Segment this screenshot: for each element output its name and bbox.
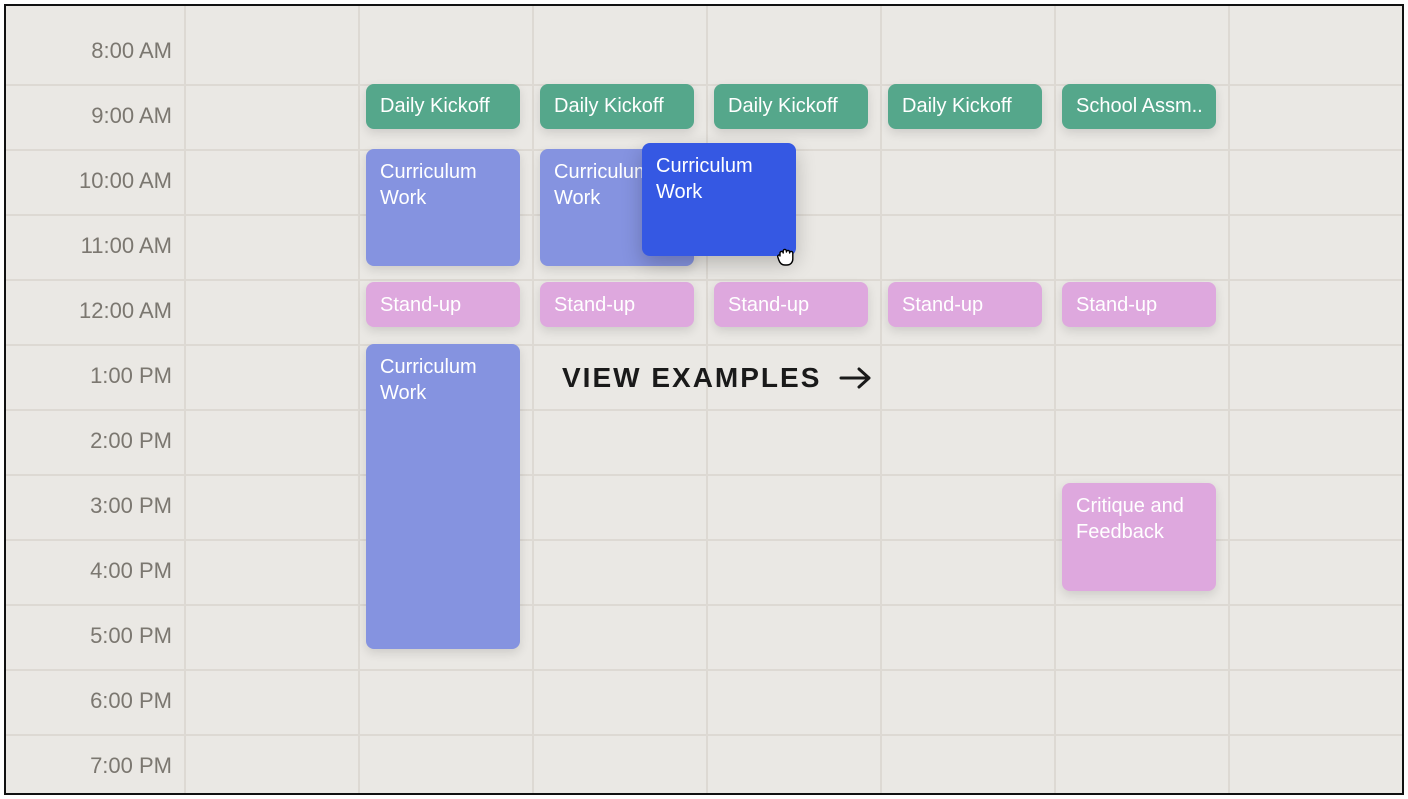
time-label: 8:00 AM bbox=[12, 38, 172, 64]
time-label: 2:00 PM bbox=[12, 428, 172, 454]
event-kickoff-2[interactable]: Daily Kickoff bbox=[540, 84, 694, 130]
time-column: 8:00 AM 9:00 AM 10:00 AM 11:00 AM 12:00 AM 1:… bbox=[6, 6, 184, 793]
time-label: 11:00 AM bbox=[12, 233, 172, 259]
time-label: 3:00 PM bbox=[12, 493, 172, 519]
time-label: 4:00 PM bbox=[12, 558, 172, 584]
calendar-grid: 8:00 AM 9:00 AM 10:00 AM 11:00 AM 12:00 AM 1:… bbox=[6, 6, 1402, 793]
event-kickoff-1[interactable]: Daily Kickoff bbox=[366, 84, 520, 130]
event-kickoff-3[interactable]: Daily Kickoff bbox=[714, 84, 868, 130]
hour-divider bbox=[6, 669, 1402, 671]
time-label: 12:00 AM bbox=[12, 298, 172, 324]
hour-divider bbox=[6, 409, 1402, 411]
event-standup-4[interactable]: Stand-up bbox=[888, 282, 1042, 328]
event-standup-5[interactable]: Stand-up bbox=[1062, 282, 1216, 328]
time-label: 1:00 PM bbox=[12, 363, 172, 389]
time-label: 10:00 AM bbox=[12, 168, 172, 194]
day-divider bbox=[706, 6, 708, 793]
hour-divider bbox=[6, 474, 1402, 476]
event-standup-1[interactable]: Stand-up bbox=[366, 282, 520, 328]
hour-divider bbox=[6, 604, 1402, 606]
time-label: 9:00 AM bbox=[12, 103, 172, 129]
time-label: 5:00 PM bbox=[12, 623, 172, 649]
time-label: 6:00 PM bbox=[12, 688, 172, 714]
day-divider bbox=[532, 6, 534, 793]
day-divider bbox=[184, 6, 186, 793]
day-divider bbox=[880, 6, 882, 793]
day-divider bbox=[1054, 6, 1056, 793]
view-examples-label: VIEW EXAMPLES bbox=[562, 362, 821, 394]
event-standup-3[interactable]: Stand-up bbox=[714, 282, 868, 328]
view-examples-link[interactable]: VIEW EXAMPLES bbox=[562, 362, 873, 394]
event-critique[interactable]: Critique and Feedback bbox=[1062, 483, 1216, 590]
event-curr-1[interactable]: Curriculum Work bbox=[366, 149, 520, 266]
hour-divider bbox=[6, 279, 1402, 281]
event-curr-3[interactable]: Curriculum Work bbox=[366, 344, 520, 650]
time-label: 7:00 PM bbox=[12, 753, 172, 779]
arrow-right-icon bbox=[839, 366, 873, 390]
hour-divider bbox=[6, 734, 1402, 736]
day-divider bbox=[1228, 6, 1230, 793]
event-standup-2[interactable]: Stand-up bbox=[540, 282, 694, 328]
event-curr-drag[interactable]: Curriculum Work bbox=[642, 143, 796, 256]
calendar-frame: 8:00 AM 9:00 AM 10:00 AM 11:00 AM 12:00 AM 1:… bbox=[4, 4, 1404, 795]
day-divider bbox=[358, 6, 360, 793]
event-school-assm[interactable]: School Assm.. bbox=[1062, 84, 1216, 130]
event-kickoff-4[interactable]: Daily Kickoff bbox=[888, 84, 1042, 130]
hour-divider bbox=[6, 344, 1402, 346]
day-divider bbox=[1402, 6, 1404, 793]
